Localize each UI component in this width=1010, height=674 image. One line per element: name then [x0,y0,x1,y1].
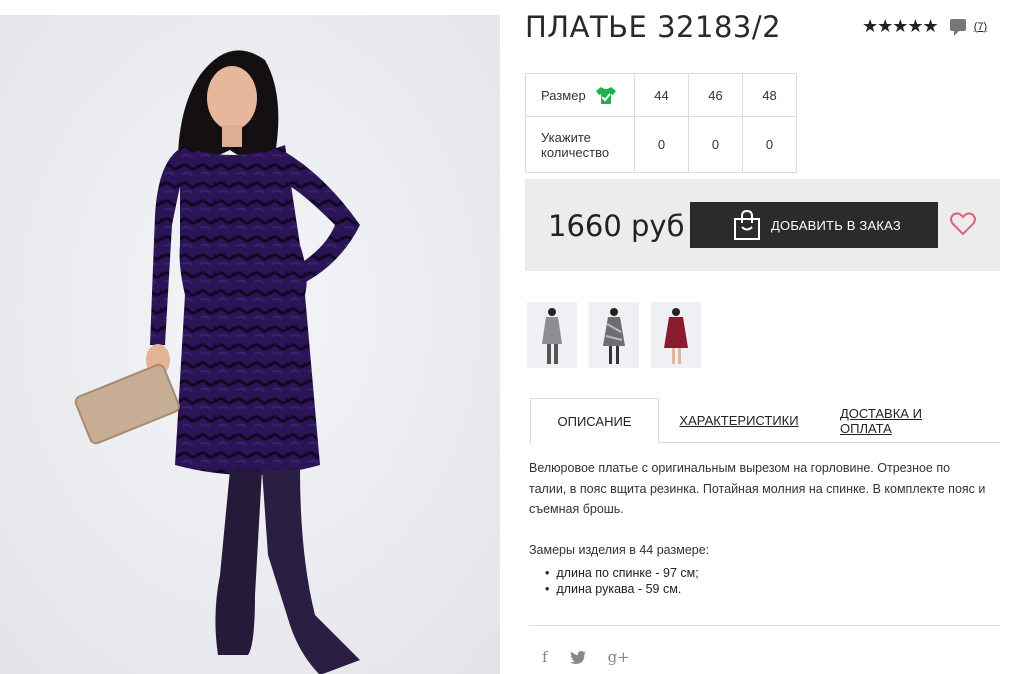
divider [529,625,1000,626]
product-title: ПЛАТЬЕ 32183/2 [525,10,782,44]
quantity-input-46[interactable]: 0 [688,116,743,173]
product-tabs: ОПИСАНИЕ ХАРАКТЕРИСТИКИ ДОСТАВКА И ОПЛАТ… [529,398,1000,444]
quantity-input-48[interactable]: 0 [742,116,797,173]
purchase-box: 1660 руб ДОБАВИТЬ В ЗАКАЗ [525,179,1000,271]
list-item: длина по спинке - 97 см; [545,565,698,581]
thumbnail-silver-print[interactable] [589,302,639,368]
rating-block: ★★★★★ (7) [862,16,987,37]
google-plus-icon[interactable]: g+ [608,648,630,666]
tab-description[interactable]: ОПИСАНИЕ [530,398,659,444]
add-to-order-button[interactable]: ДОБАВИТЬ В ЗАКАЗ [690,202,938,248]
comment-icon[interactable] [949,18,966,36]
size-48: 48 [742,73,797,117]
size-chart-icon[interactable] [595,86,616,104]
measurements-list: длина по спинке - 97 см; длина рукава - … [545,565,699,597]
social-share: f g+ [542,648,630,666]
shopping-bag-icon [734,210,760,240]
star-rating[interactable]: ★★★★★ [862,16,939,37]
tab-delivery-payment[interactable]: ДОСТАВКА И ОПЛАТА [840,398,968,443]
review-count-link[interactable]: (7) [974,21,987,33]
price: 1660 руб [548,209,685,243]
size-44: 44 [634,73,689,117]
facebook-icon[interactable]: f [542,648,548,666]
quantity-row: Укажите количество 0 0 0 [525,116,797,173]
thumbnail-grey[interactable] [527,302,577,368]
color-thumbnails [527,302,701,368]
size-46: 46 [688,73,743,117]
add-to-order-label: ДОБАВИТЬ В ЗАКАЗ [771,217,901,233]
size-label: Размер [541,87,586,103]
main-product-photo[interactable] [0,15,500,674]
size-table: Размер 44 46 48 Укажите количество 0 0 0 [525,73,797,173]
product-description: Велюровое платье с оригинальным вырезом … [529,461,986,516]
thumbnail-burgundy[interactable] [651,302,701,368]
quantity-label: Укажите количество [525,116,635,173]
size-row: Размер 44 46 48 [525,73,797,117]
quantity-input-44[interactable]: 0 [634,116,689,173]
measurements-title: Замеры изделия в 44 размере: [529,543,710,557]
twitter-icon[interactable] [569,650,586,664]
list-item: длина рукава - 59 см. [545,581,699,597]
tab-characteristics[interactable]: ХАРАКТЕРИСТИКИ [679,398,798,443]
heart-icon[interactable] [950,212,976,236]
